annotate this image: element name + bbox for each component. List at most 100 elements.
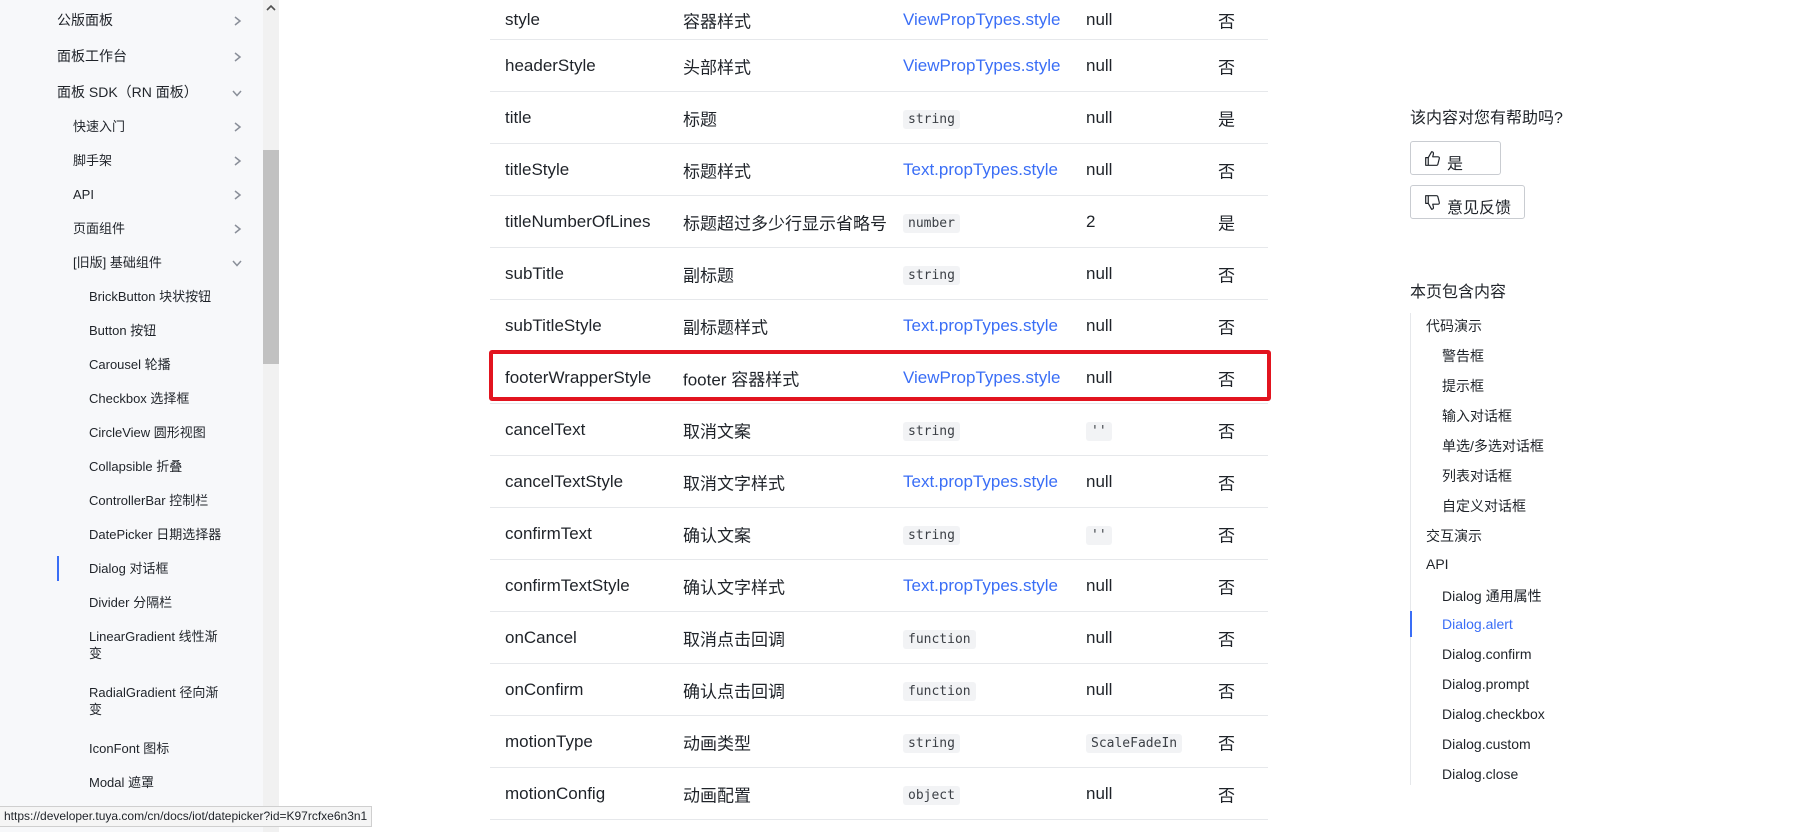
prop-required-text: 否 xyxy=(1218,370,1235,389)
prop-default-cell: '' xyxy=(1086,420,1112,441)
feedback-button[interactable]: 意见反馈 xyxy=(1410,185,1525,219)
type-link[interactable]: Text.propTypes.style xyxy=(903,160,1058,179)
sidebar-item-circleview[interactable]: CircleView 圆形视图 xyxy=(0,424,263,441)
prop-type-code: string xyxy=(903,265,960,285)
prop-desc-text: 动画类型 xyxy=(683,734,751,753)
prop-required-text: 否 xyxy=(1218,474,1235,493)
prop-desc-cell: 动画配置 xyxy=(683,781,751,806)
prop-default-cell: null xyxy=(1086,108,1112,128)
type-link[interactable]: ViewPropTypes.style xyxy=(903,368,1060,387)
type-link[interactable]: ViewPropTypes.style xyxy=(903,56,1060,75)
toc-item[interactable]: Dialog.close xyxy=(1442,766,1518,782)
type-link[interactable]: Text.propTypes.style xyxy=(903,316,1058,335)
toc-item[interactable]: 提示框 xyxy=(1442,376,1484,396)
prop-name-cell: confirmText xyxy=(505,524,592,544)
sidebar-item-collapsible[interactable]: Collapsible 折叠 xyxy=(0,458,263,475)
toc-item[interactable]: 代码演示 xyxy=(1426,316,1482,336)
prop-type-cell: function xyxy=(903,680,976,701)
prop-required-text: 是 xyxy=(1218,214,1235,233)
prop-required-cell: 否 xyxy=(1218,729,1235,754)
prop-type-cell: string xyxy=(903,420,960,441)
sidebar-item-divider[interactable]: Divider 分隔栏 xyxy=(0,594,263,611)
prop-desc-text: 副标题 xyxy=(683,266,734,285)
sidebar-item-iconfont[interactable]: IconFont 图标 xyxy=(0,740,263,757)
prop-type-cell: ViewPropTypes.style xyxy=(903,10,1060,30)
sidebar-item-label: 脚手架 xyxy=(73,153,113,168)
prop-default-text: null xyxy=(1086,471,1113,491)
right-panel: 该内容对您有帮助吗? 是 意见反馈 本页包含内容 代码演示 警告框 提示框 输入对话框… xyxy=(1410,0,1805,832)
sidebar-item-brickbutton[interactable]: BrickButton 块状按钮 xyxy=(0,288,263,305)
thumbs-up-icon xyxy=(1425,151,1440,166)
sidebar-item-label: CircleView 圆形视图 xyxy=(89,425,206,440)
prop-default-cell: null xyxy=(1086,472,1112,492)
prop-desc-cell: 取消文案 xyxy=(683,417,751,442)
prop-name-text: title xyxy=(505,107,532,127)
sidebar-item-item-4[interactable]: 脚手架 xyxy=(0,152,263,169)
toc-item[interactable]: Dialog.alert xyxy=(1442,616,1513,632)
sidebar-item-label: [旧版] 基础组件 xyxy=(73,255,162,270)
toc-item[interactable]: 输入对话框 xyxy=(1442,406,1512,426)
prop-desc-cell: 动画类型 xyxy=(683,729,751,754)
prop-default-text: null xyxy=(1086,159,1113,179)
prop-type-cell: Text.propTypes.style xyxy=(903,316,1058,336)
prop-default-text: null xyxy=(1086,783,1113,803)
sidebar-item-dialog[interactable]: Dialog 对话框 xyxy=(0,556,263,581)
toc-item[interactable]: Dialog.checkbox xyxy=(1442,706,1545,722)
toc-item[interactable]: Dialog.custom xyxy=(1442,736,1531,752)
sidebar-item-api[interactable]: API xyxy=(0,186,263,203)
sidebar-item-checkbox[interactable]: Checkbox 选择框 xyxy=(0,390,263,407)
sidebar-scrollbar-track[interactable] xyxy=(263,0,279,832)
sidebar-item-item-6[interactable]: 页面组件 xyxy=(0,220,263,237)
sidebar-scrollbar-thumb[interactable] xyxy=(263,150,279,364)
prop-type-cell: ViewPropTypes.style xyxy=(903,56,1060,76)
sidebar-item-controllerbar[interactable]: ControllerBar 控制栏 xyxy=(0,492,263,509)
sidebar-item-item-1[interactable]: 面板工作台 xyxy=(0,48,263,65)
prop-default-text: null xyxy=(1086,679,1113,699)
type-link[interactable]: Text.propTypes.style xyxy=(903,472,1058,491)
sidebar-item-button[interactable]: Button 按钮 xyxy=(0,322,263,339)
prop-type-cell: function xyxy=(903,628,976,649)
toc-item[interactable]: 自定义对话框 xyxy=(1442,496,1526,516)
sidebar-item-datepicker[interactable]: DatePicker 日期选择器 xyxy=(0,526,263,543)
sidebar-item-lineargradient[interactable]: LinearGradient 线性渐变 xyxy=(0,628,263,668)
type-link[interactable]: ViewPropTypes.style xyxy=(903,10,1060,29)
prop-desc-text: 确认文案 xyxy=(683,526,751,545)
prop-name-text: titleStyle xyxy=(505,159,570,179)
prop-default-text: 2 xyxy=(1086,211,1096,231)
sidebar-item-label: 快速入门 xyxy=(73,119,126,134)
prop-type-code: string xyxy=(903,525,960,545)
sidebar-item-radialgradient[interactable]: RadialGradient 径向渐变 xyxy=(0,684,263,724)
sidebar-item-sdk-rn[interactable]: 面板 SDK（RN 面板） xyxy=(0,84,263,101)
prop-default-text: null xyxy=(1086,627,1113,647)
type-link[interactable]: Text.propTypes.style xyxy=(903,576,1058,595)
toc-item[interactable]: API xyxy=(1426,556,1449,572)
chevron-right-icon xyxy=(234,15,242,26)
scroll-up-arrow-icon[interactable] xyxy=(265,2,277,14)
sidebar-item-item-7[interactable]: [旧版] 基础组件 xyxy=(0,254,263,271)
toc-item[interactable]: Dialog.prompt xyxy=(1442,676,1529,692)
table-row: cancelText 取消文案 string '' 否 xyxy=(490,404,1268,456)
toc-item[interactable]: Dialog 通用属性 xyxy=(1442,586,1542,606)
helpful-yes-button[interactable]: 是 xyxy=(1410,141,1501,175)
prop-name-text: footerWrapperStyle xyxy=(505,367,652,387)
prop-required-cell: 否 xyxy=(1218,521,1235,546)
sidebar-item-item-0[interactable]: 公版面板 xyxy=(0,12,263,29)
sidebar-item-carousel[interactable]: Carousel 轮播 xyxy=(0,356,263,373)
prop-default-code: ScaleFadeIn xyxy=(1086,733,1183,753)
toc-item[interactable]: Dialog.confirm xyxy=(1442,646,1531,662)
sidebar-item-label: BrickButton 块状按钮 xyxy=(89,289,212,304)
toc-item[interactable]: 列表对话框 xyxy=(1442,466,1512,486)
sidebar-item-modal[interactable]: Modal 遮罩 xyxy=(0,774,263,791)
prop-desc-cell: 确认点击回调 xyxy=(683,677,785,702)
toc-item[interactable]: 警告框 xyxy=(1442,346,1484,366)
prop-default-cell: ScaleFadeIn xyxy=(1086,732,1183,753)
prop-type-code: string xyxy=(903,733,960,753)
prop-desc-cell: 标题 xyxy=(683,105,717,130)
table-row: confirmTextStyle 确认文字样式 Text.propTypes.sty… xyxy=(490,560,1268,612)
toc-item[interactable]: 交互演示 xyxy=(1426,526,1482,546)
sidebar-item-item-3[interactable]: 快速入门 xyxy=(0,118,263,135)
toc-item[interactable]: 单选/多选对话框 xyxy=(1442,436,1544,456)
feedback-button-label: 意见反馈 xyxy=(1447,200,1512,217)
prop-desc-text: 副标题样式 xyxy=(683,318,768,337)
toc-rail xyxy=(1410,313,1411,785)
